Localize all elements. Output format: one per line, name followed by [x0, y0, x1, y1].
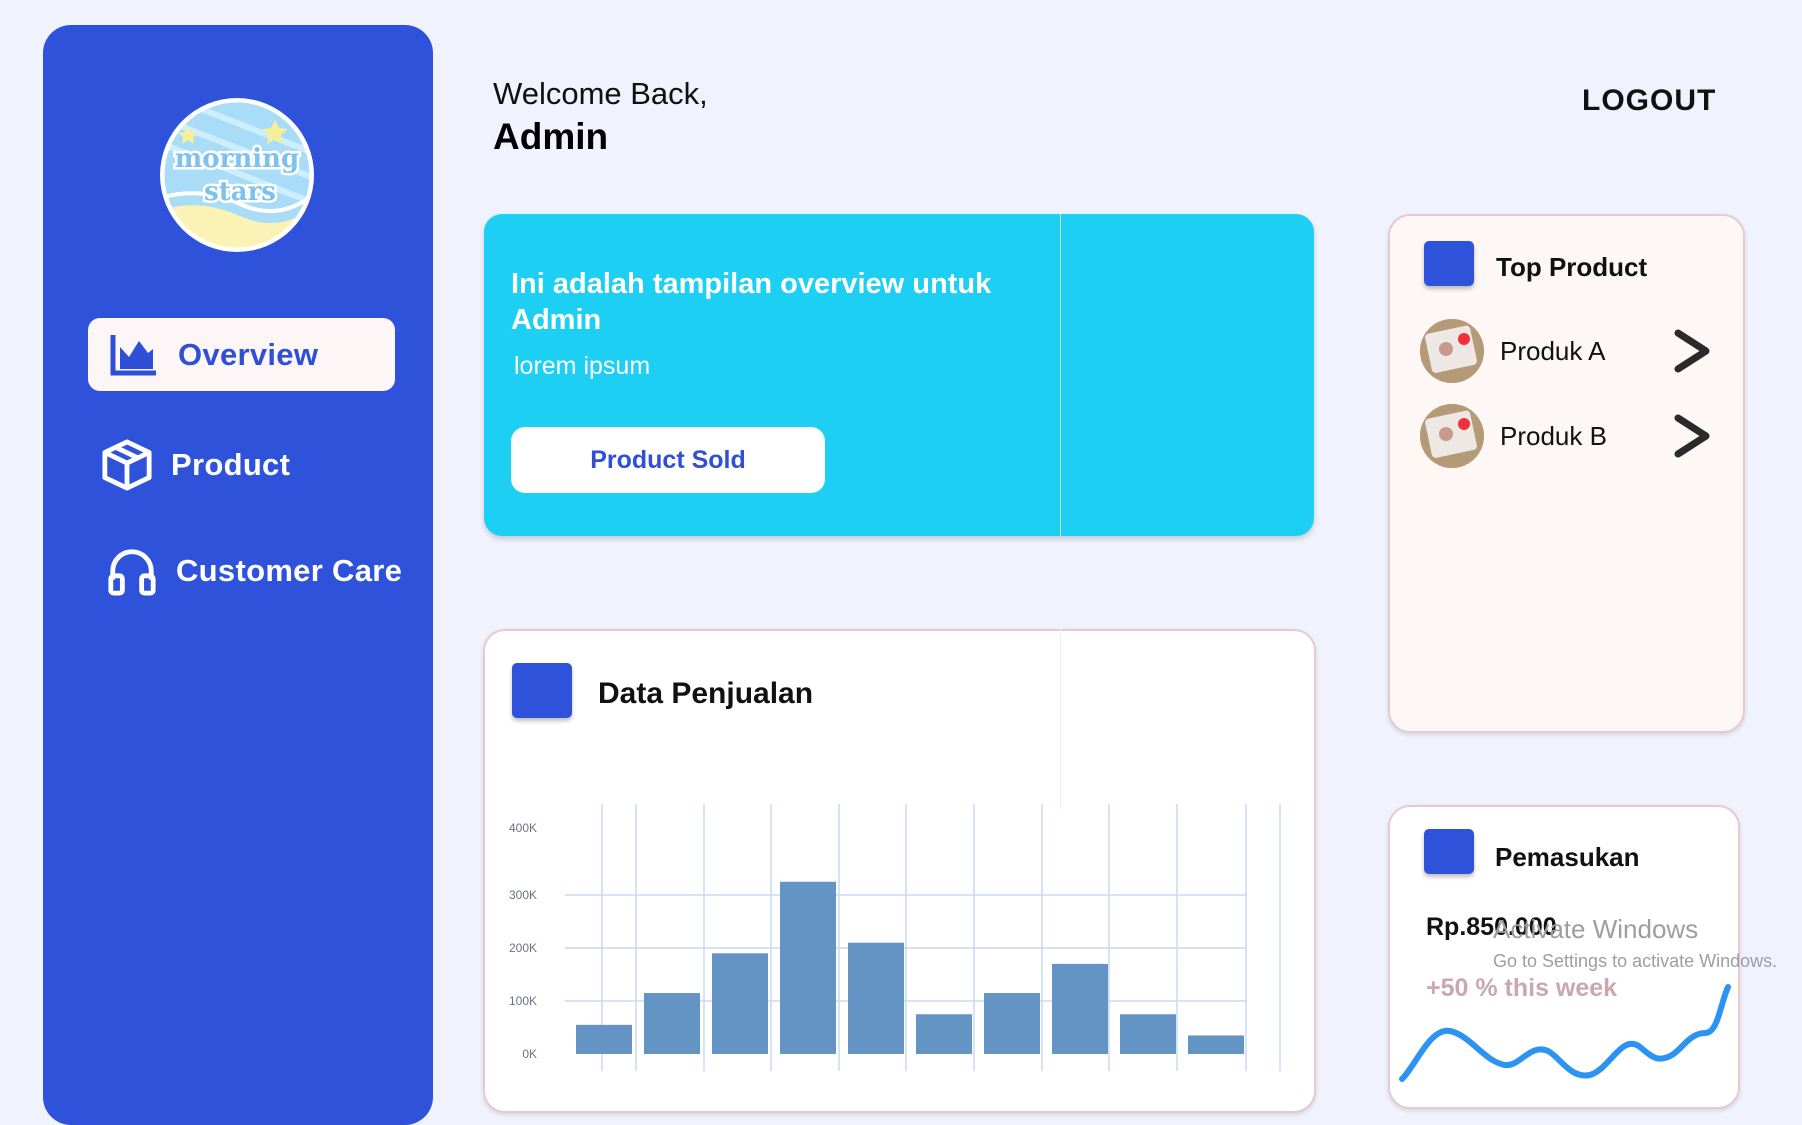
chart-area-icon — [108, 329, 160, 381]
guide-line — [1060, 629, 1061, 809]
guide-line — [1060, 214, 1061, 536]
list-item[interactable]: Produk A — [1420, 319, 1715, 385]
product-thumbnail — [1420, 404, 1484, 468]
banner-title: Ini adalah tampilan overview untuk Admin — [511, 268, 992, 336]
chart-bar — [1052, 963, 1108, 1054]
chart-bar — [712, 953, 768, 1054]
income-sparkline — [1399, 984, 1731, 1082]
headphones-icon — [106, 545, 158, 597]
welcome-header: Welcome Back, Admin — [493, 74, 708, 160]
top-product-title: Top Product — [1496, 252, 1648, 282]
chart-bar — [1120, 1014, 1176, 1054]
banner-subtitle: lorem ipsum — [514, 352, 651, 380]
product-name: Produk A — [1500, 336, 1606, 366]
box-icon — [101, 439, 153, 491]
product-name: Produk B — [1500, 421, 1607, 451]
morning-stars-logo: morning stars — [160, 98, 314, 252]
sidebar-item-label: Customer Care — [176, 553, 403, 588]
sidebar-item-overview[interactable]: Overview — [88, 318, 395, 391]
chevron-right-icon[interactable] — [1670, 414, 1714, 458]
sidebar-item-label: Product — [171, 447, 291, 482]
product-thumbnail — [1420, 319, 1484, 383]
list-item[interactable]: Produk B — [1420, 404, 1715, 470]
top-product-square-icon — [1424, 241, 1474, 286]
sidebar: morning stars Overview Product Customer … — [43, 25, 433, 1125]
income-card: Pemasukan Rp.850.000 +50 % this week — [1388, 805, 1740, 1109]
y-tick-label: 0K — [522, 1047, 537, 1061]
sales-bar-chart: 0K 100K 200K 300K 400K — [509, 804, 1281, 1071]
chart-bar — [780, 881, 836, 1054]
chart-bar — [1188, 1035, 1244, 1054]
logo-text-line2: stars — [204, 177, 276, 207]
chart-bar — [916, 1014, 972, 1054]
overview-banner: Ini adalah tampilan overview untuk Admin… — [484, 214, 1314, 536]
product-sold-button[interactable]: Product Sold — [511, 427, 825, 493]
chevron-right-icon[interactable] — [1670, 329, 1714, 373]
logout-button[interactable]: LOGOUT — [1582, 84, 1716, 118]
chart-bar — [644, 993, 700, 1054]
y-tick-label: 300K — [509, 888, 537, 902]
top-product-card: Top Product Produk A Produk B — [1388, 214, 1745, 733]
chart-bar — [984, 993, 1040, 1054]
chart-bar — [848, 942, 904, 1054]
y-tick-label: 200K — [509, 941, 537, 955]
sidebar-item-product[interactable]: Product — [101, 433, 290, 497]
user-name: Admin — [493, 116, 609, 157]
y-tick-label: 400K — [509, 821, 537, 835]
sidebar-item-label: Overview — [178, 336, 319, 372]
sales-card: Data Penjualan 0K 100K 200K 300K 400K — [483, 629, 1316, 1113]
logo-text-line1: morning — [175, 144, 299, 174]
y-tick-label: 100K — [509, 994, 537, 1008]
welcome-text: Welcome Back, — [493, 76, 708, 111]
sidebar-item-customer-care[interactable]: Customer Care — [106, 539, 402, 603]
chart-bar — [576, 1024, 632, 1054]
